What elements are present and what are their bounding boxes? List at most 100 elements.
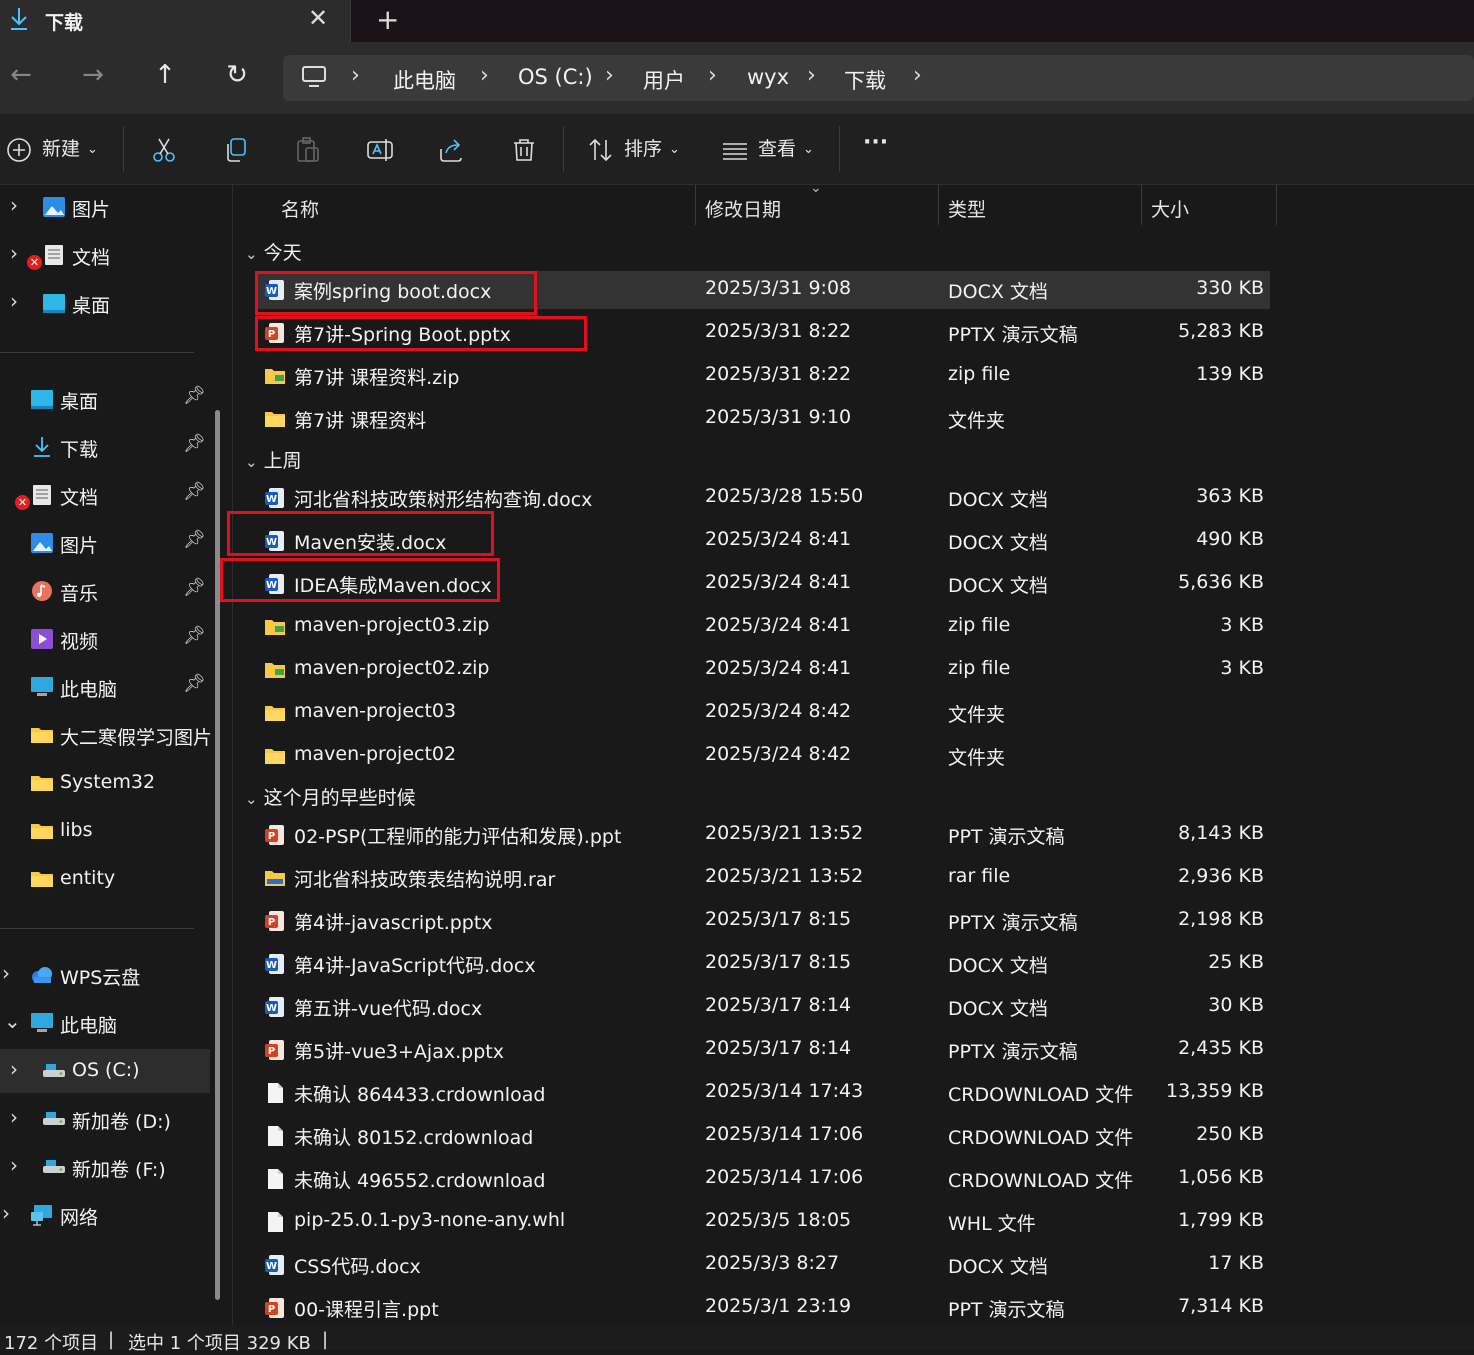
quick-access-item[interactable]: System32 xyxy=(0,761,210,805)
forward-button[interactable]: → xyxy=(75,60,111,90)
file-row[interactable]: W 河北省科技政策树形结构查询.docx 2025/3/28 15:50 DOCX 文… xyxy=(255,479,1270,517)
file-row[interactable]: 未确认 864433.crdownload 2025/3/14 17:43 CRDO… xyxy=(255,1074,1270,1112)
sidebar-drive-item[interactable]: › 网络 xyxy=(0,1193,210,1237)
tab-close-icon[interactable]: ✕ xyxy=(308,4,328,32)
quick-access-item[interactable]: 下载 📌︎ xyxy=(0,425,210,469)
sidebar-drive-item[interactable]: › OS (C:) xyxy=(0,1049,210,1093)
sidebar-drive-item[interactable]: › 新加卷 (D:) xyxy=(0,1097,210,1141)
tab-downloads[interactable]: 下载 ✕ xyxy=(0,0,351,42)
column-header-name[interactable]: 名称 xyxy=(281,195,319,222)
pin-icon[interactable]: 📌︎ xyxy=(183,577,206,598)
up-button[interactable]: ↑ xyxy=(147,60,183,90)
pin-icon[interactable]: 📌︎ xyxy=(183,481,206,502)
quick-access-item[interactable]: 桌面 📌︎ xyxy=(0,377,210,421)
file-row[interactable]: W Maven安装.docx 2025/3/24 8:41 DOCX 文档 490 KB xyxy=(255,522,1270,560)
chevron-right-icon: › xyxy=(2,1201,10,1225)
pictures-icon xyxy=(43,197,65,217)
group-header[interactable]: ⌄ 上周 xyxy=(245,446,302,473)
pin-icon[interactable]: 📌︎ xyxy=(183,673,206,694)
quick-access-item[interactable]: entity xyxy=(0,857,210,901)
new-tab-button[interactable]: + xyxy=(376,3,399,36)
sidebar-item[interactable]: › 桌面 xyxy=(0,281,210,325)
file-type: 文件夹 xyxy=(948,704,1006,726)
file-row[interactable]: P 02-PSP(工程师的能力评估和发展).ppt 2025/3/21 13:52 P… xyxy=(255,816,1270,854)
item-count: 172 个项目 xyxy=(4,1333,99,1354)
quick-access-item[interactable]: 视频 📌︎ xyxy=(0,617,210,661)
download-icon xyxy=(34,437,50,457)
column-divider[interactable] xyxy=(1276,185,1277,225)
pin-icon[interactable]: 📌︎ xyxy=(183,433,206,454)
quick-access-item[interactable]: 图片 📌︎ xyxy=(0,521,210,565)
svg-text:W: W xyxy=(266,580,277,591)
file-row[interactable]: P 第5讲-vue3+Ajax.pptx 2025/3/17 8:14 PPTX 演示… xyxy=(255,1031,1270,1069)
column-header-date[interactable]: 修改日期 xyxy=(705,195,781,222)
file-row[interactable]: maven-project02 2025/3/24 8:42 文件夹 xyxy=(255,737,1270,775)
sidebar-drive-item[interactable]: ⌄ 此电脑 xyxy=(0,1001,210,1045)
more-options-icon[interactable]: ··· xyxy=(863,130,888,155)
breadcrumb-drive-c[interactable]: OS (C:) xyxy=(518,65,593,89)
sidebar-drive-item[interactable]: › 新加卷 (F:) xyxy=(0,1145,210,1189)
share-icon[interactable] xyxy=(438,136,466,164)
file-size: 5,636 KB xyxy=(1178,571,1264,593)
pin-icon[interactable]: 📌︎ xyxy=(183,529,206,550)
breadcrumb-users[interactable]: 用户 xyxy=(643,65,685,95)
delete-icon[interactable] xyxy=(510,136,538,164)
file-row[interactable]: maven-project03 2025/3/24 8:42 文件夹 xyxy=(255,694,1270,732)
file-row[interactable]: P 第4讲-javascript.pptx 2025/3/17 8:15 PPTX 演… xyxy=(255,902,1270,940)
sidebar-drive-label: OS (C:) xyxy=(72,1059,140,1081)
file-row[interactable]: 未确认 80152.crdownload 2025/3/14 17:06 CRDOW… xyxy=(255,1117,1270,1155)
column-divider[interactable] xyxy=(938,185,939,225)
svg-text:W: W xyxy=(266,1261,277,1272)
file-row[interactable]: 第7讲 课程资料 2025/3/31 9:10 文件夹 xyxy=(255,400,1270,438)
breadcrumb-wyx[interactable]: wyx xyxy=(747,65,789,89)
file-date: 2025/3/31 9:08 xyxy=(705,277,852,299)
file-row[interactable]: 第7讲 课程资料.zip 2025/3/31 8:22 zip file 139 KB xyxy=(255,357,1270,395)
computer-icon xyxy=(302,66,326,87)
file-row[interactable]: 未确认 496552.crdownload 2025/3/14 17:06 CRDO… xyxy=(255,1160,1270,1198)
breadcrumb-downloads[interactable]: 下载 xyxy=(844,65,886,95)
column-header-size[interactable]: 大小 xyxy=(1151,195,1189,222)
pin-icon[interactable]: 📌︎ xyxy=(183,385,206,406)
refresh-button[interactable]: ↻ xyxy=(219,60,255,90)
powerpoint-icon: P xyxy=(265,911,284,931)
sidebar-item[interactable]: › 图片 xyxy=(0,185,210,229)
file-row[interactable]: W 第五讲-vue代码.docx 2025/3/17 8:14 DOCX 文档 30 K… xyxy=(255,988,1270,1026)
file-row[interactable]: pip-25.0.1-py3-none-any.whl 2025/3/5 18:0… xyxy=(255,1203,1270,1241)
cut-icon[interactable] xyxy=(150,136,178,164)
file-row[interactable]: P 第7讲-Spring Boot.pptx 2025/3/31 8:22 PPTX … xyxy=(255,314,1270,352)
breadcrumb-chevron-icon: › xyxy=(708,63,717,88)
file-row[interactable]: maven-project02.zip 2025/3/24 8:41 zip fil… xyxy=(255,651,1270,689)
quick-access-item[interactable]: ✕ 文档 📌︎ xyxy=(0,473,210,517)
svg-text:W: W xyxy=(266,537,277,548)
quick-access-item[interactable]: 音乐 📌︎ xyxy=(0,569,210,613)
file-row[interactable]: W 第4讲-JavaScript代码.docx 2025/3/17 8:15 DOCX… xyxy=(255,945,1270,983)
group-header[interactable]: ⌄ 今天 xyxy=(245,238,302,265)
file-name: Maven安装.docx xyxy=(294,532,447,554)
sidebar-item[interactable]: › ✕ 文档 xyxy=(0,233,210,277)
breadcrumb-this-pc[interactable]: 此电脑 xyxy=(393,65,456,95)
quick-access-item[interactable]: 此电脑 📌︎ xyxy=(0,665,210,709)
quick-access-label: 桌面 xyxy=(60,391,99,413)
file-row[interactable]: W 案例spring boot.docx 2025/3/31 9:08 DOCX 文档… xyxy=(255,271,1270,309)
paste-icon[interactable] xyxy=(294,136,322,164)
sidebar-drive-item[interactable]: › WPS云盘 xyxy=(0,953,210,997)
file-name: maven-project03.zip xyxy=(294,614,490,636)
address-bar[interactable]: › 此电脑 › OS (C:) › 用户 › wyx › 下载 › xyxy=(283,55,1474,101)
rename-icon[interactable] xyxy=(366,136,394,164)
pin-icon[interactable]: 📌︎ xyxy=(183,625,206,646)
file-row[interactable]: 河北省科技政策表结构说明.rar 2025/3/21 13:52 rar file 2… xyxy=(255,859,1270,897)
column-divider[interactable] xyxy=(1141,185,1142,225)
sidebar-item-label: 文档 xyxy=(72,247,111,269)
back-button[interactable]: ← xyxy=(3,60,39,90)
quick-access-item[interactable]: libs xyxy=(0,809,210,853)
file-row[interactable]: W CSS代码.docx 2025/3/3 8:27 DOCX 文档 17 KB xyxy=(255,1246,1270,1284)
column-header-type[interactable]: 类型 xyxy=(948,195,986,222)
file-row[interactable]: P 00-课程引言.ppt 2025/3/1 23:19 PPT 演示文稿 7,314 … xyxy=(255,1289,1270,1327)
copy-icon[interactable] xyxy=(222,136,250,164)
sidebar-scrollbar[interactable] xyxy=(215,410,220,1300)
file-row[interactable]: maven-project03.zip 2025/3/24 8:41 zip fil… xyxy=(255,608,1270,646)
file-row[interactable]: W IDEA集成Maven.docx 2025/3/24 8:41 DOCX 文档 5,… xyxy=(255,565,1270,603)
quick-access-item[interactable]: 大二寒假学习图片 xyxy=(0,713,212,757)
group-header[interactable]: ⌄ 这个月的早些时候 xyxy=(245,783,416,810)
column-divider[interactable] xyxy=(695,185,696,225)
